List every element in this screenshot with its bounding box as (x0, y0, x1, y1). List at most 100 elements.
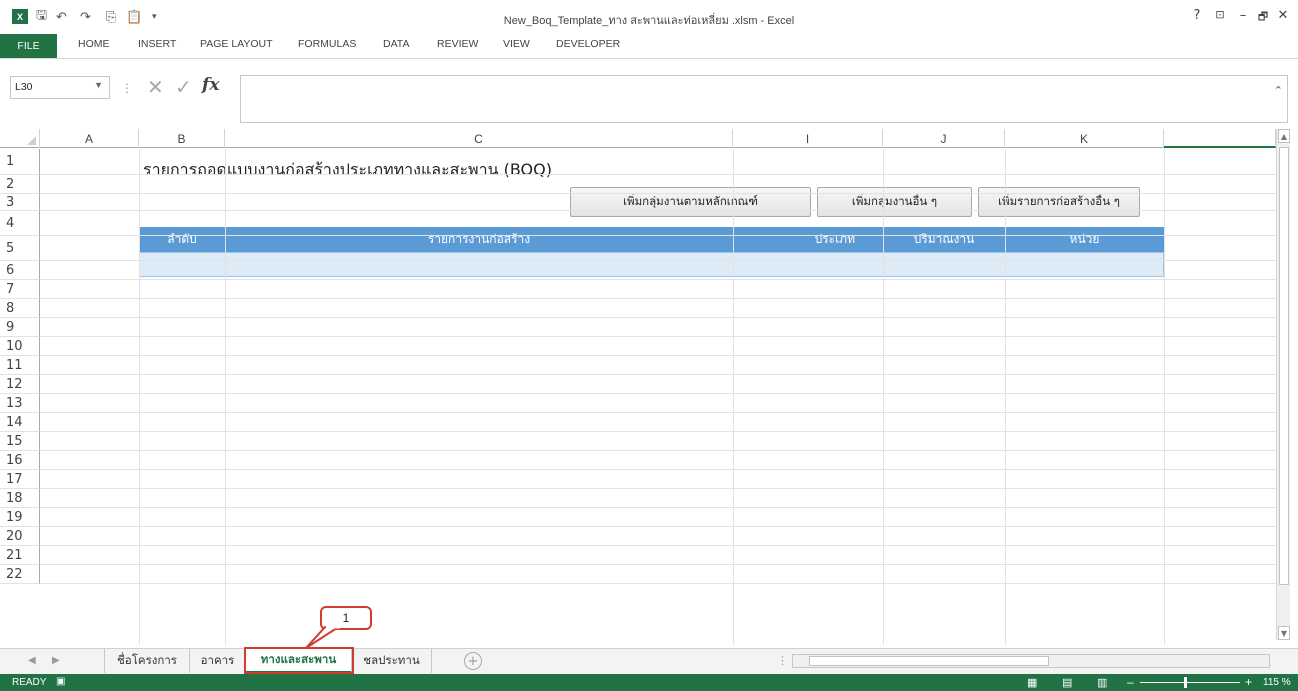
macro-record-icon[interactable]: ▣ (56, 676, 65, 687)
gridline (733, 149, 734, 645)
gridline (1005, 149, 1006, 645)
header-quantity: ปริมาณงาน (913, 232, 975, 246)
tab-file[interactable]: FILE (0, 34, 57, 58)
row-header[interactable]: 21 (0, 546, 40, 565)
column-header-k[interactable]: K (1005, 129, 1164, 148)
gridline (139, 149, 140, 645)
header-unit: หน่วย (1069, 232, 1100, 246)
add-sheet-icon[interactable]: + (464, 652, 482, 670)
scroll-down-icon[interactable]: ▼ (1278, 626, 1290, 640)
formula-bar-grip-icon: ⋮ (121, 81, 133, 95)
enter-icon[interactable]: ✓ (175, 75, 192, 99)
sheet-tabs-bar: ◀ ▶ ชื่อโครงการ อาคาร ทางและสะพาน ชลประท… (0, 648, 1298, 674)
tab-formulas[interactable]: FORMULAS (298, 38, 356, 50)
tab-splitter-icon[interactable]: ⋮ (777, 654, 788, 667)
row-header[interactable]: 19 (0, 508, 40, 527)
tab-page-layout[interactable]: PAGE LAYOUT (200, 38, 273, 50)
header-item: รายการงานก่อสร้าง (427, 232, 531, 246)
sheet-tab-building[interactable]: อาคาร (190, 649, 246, 673)
row-header[interactable]: 3 (0, 194, 40, 211)
tab-data[interactable]: DATA (383, 38, 409, 50)
zoom-in-icon[interactable]: + (1245, 675, 1252, 689)
add-other-item-button[interactable]: เพิ่มรายการก่อสร้างอื่น ๆ (978, 187, 1140, 217)
tab-developer[interactable]: DEVELOPER (556, 38, 620, 50)
sheet-title: รายการถอดแบบงานก่อสร้างประเภททางและสะพาน… (143, 160, 552, 179)
row-header[interactable]: 15 (0, 432, 40, 451)
column-headers: A B C I J K (0, 129, 1276, 148)
add-other-group-button[interactable]: เพิ่มกลุ่มงานอื่น ๆ (817, 187, 972, 217)
column-header-b[interactable]: B (139, 129, 225, 148)
normal-view-icon[interactable]: ▦ (1027, 676, 1037, 689)
row-header[interactable]: 20 (0, 527, 40, 546)
tab-home[interactable]: HOME (78, 38, 110, 50)
row-header[interactable]: 1 (0, 149, 40, 175)
row-header[interactable]: 13 (0, 394, 40, 413)
vertical-scroll-thumb[interactable] (1279, 147, 1289, 585)
restore-icon[interactable]: 🗗 (1254, 8, 1272, 27)
row-header[interactable]: 17 (0, 470, 40, 489)
gridline (1164, 149, 1165, 645)
column-header-j[interactable]: J (883, 129, 1005, 148)
row-header[interactable]: 9 (0, 318, 40, 337)
sheet-tab-irrigation[interactable]: ชลประทาน (352, 649, 432, 673)
insert-function-icon[interactable]: fx (202, 75, 219, 95)
column-header-c[interactable]: C (225, 129, 733, 148)
row-header[interactable]: 5 (0, 236, 40, 261)
ribbon-display-icon[interactable]: ⊡ (1211, 8, 1229, 21)
table-first-row[interactable] (139, 252, 1164, 277)
zoom-slider[interactable] (1140, 682, 1240, 683)
name-box[interactable]: L30 ▼ (10, 76, 110, 99)
close-icon[interactable]: ✕ (1274, 8, 1292, 23)
sheet-tab-project-name[interactable]: ชื่อโครงการ (104, 649, 190, 673)
vertical-scrollbar[interactable]: ▲ ▼ (1276, 129, 1290, 640)
prev-sheet-icon[interactable]: ◀ (28, 655, 36, 666)
row-header[interactable]: 8 (0, 299, 40, 318)
zoom-slider-thumb[interactable] (1184, 677, 1187, 688)
row-header[interactable]: 7 (0, 280, 40, 299)
worksheet-grid[interactable]: A B C I J K รายการถอดแบบงานก่อสร้างประเภ… (0, 124, 1298, 645)
next-sheet-icon[interactable]: ▶ (52, 655, 60, 666)
formula-bar: L30 ▼ ⋮ ✕ ✓ fx ⌃ (0, 58, 1298, 124)
ribbon-tabs: FILE HOME INSERT PAGE LAYOUT FORMULAS DA… (0, 34, 1298, 58)
row-header[interactable]: 18 (0, 489, 40, 508)
name-box-value: L30 (15, 81, 33, 93)
collapse-formula-bar-icon[interactable]: ⌃ (1274, 84, 1283, 97)
row-header[interactable]: 14 (0, 413, 40, 432)
active-tab-highlight (244, 647, 354, 674)
add-standard-group-button[interactable]: เพิ่มกลุ่มงานตามหลักเกณฑ์ (570, 187, 811, 217)
tab-insert[interactable]: INSERT (138, 38, 176, 50)
gridline (225, 149, 226, 645)
row-header[interactable]: 10 (0, 337, 40, 356)
zoom-out-icon[interactable]: – (1127, 675, 1134, 689)
column-header-a[interactable]: A (40, 129, 139, 148)
page-break-view-icon[interactable]: ▥ (1097, 676, 1107, 689)
row-header[interactable]: 11 (0, 356, 40, 375)
horizontal-scrollbar[interactable] (792, 654, 1270, 668)
row-header[interactable]: 12 (0, 375, 40, 394)
scroll-up-icon[interactable]: ▲ (1278, 129, 1290, 143)
window-title: New_Boq_Template_ทาง สะพานและท่อเหลี่ยม … (503, 15, 795, 27)
column-header-l[interactable] (1164, 129, 1276, 148)
title-bar: X 🖫 ↶ ↷ ⎘ 📋 ▾ New_Boq_Template_ทาง สะพาน… (0, 0, 1298, 34)
horizontal-scroll-thumb[interactable] (809, 656, 1049, 666)
formula-input[interactable]: ⌃ (240, 75, 1288, 123)
status-bar: READY ▣ ▦ ▤ ▥ – + 115 % (0, 674, 1298, 691)
column-header-i[interactable]: I (733, 129, 883, 148)
minimize-icon[interactable]: – (1234, 8, 1252, 23)
select-all-corner[interactable] (0, 129, 40, 148)
row-header[interactable]: 6 (0, 261, 40, 280)
cancel-icon[interactable]: ✕ (147, 75, 164, 99)
zoom-level[interactable]: 115 % (1263, 677, 1291, 688)
header-sequence: ลำดับ (167, 232, 197, 246)
help-icon[interactable]: ? (1188, 8, 1206, 23)
page-layout-view-icon[interactable]: ▤ (1062, 676, 1072, 689)
row-header[interactable]: 22 (0, 565, 40, 584)
tab-view[interactable]: VIEW (503, 38, 530, 50)
gridline (883, 149, 884, 645)
tab-review[interactable]: REVIEW (437, 38, 478, 50)
row-header[interactable]: 2 (0, 175, 40, 194)
row-header[interactable]: 16 (0, 451, 40, 470)
status-mode: READY (12, 677, 47, 688)
chevron-down-icon[interactable]: ▼ (94, 80, 103, 90)
row-header[interactable]: 4 (0, 211, 40, 236)
